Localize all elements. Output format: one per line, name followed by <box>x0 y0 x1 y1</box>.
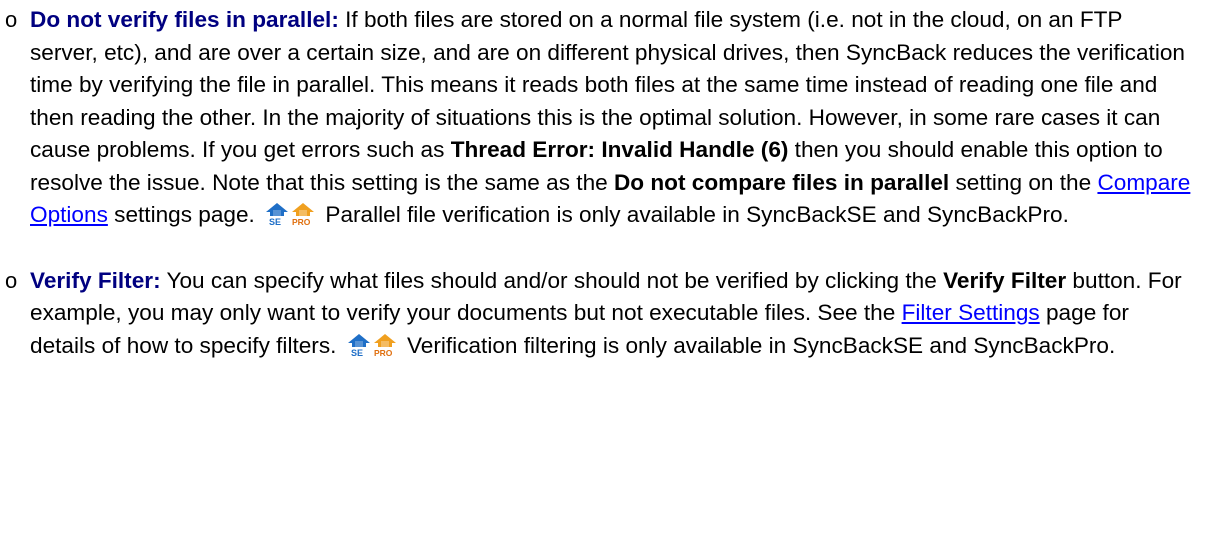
edition-badges: SE PRO <box>264 202 316 235</box>
se-edition-icon: SE <box>266 203 289 226</box>
svg-text:PRO: PRO <box>292 217 311 226</box>
svg-text:SE: SE <box>269 217 281 226</box>
error-message-text: Thread Error: Invalid Handle (6) <box>450 137 789 162</box>
related-setting-name: Do not compare files in parallel <box>613 169 950 195</box>
option-term: Verify Filter: <box>30 267 161 293</box>
se-edition-icon: SE <box>347 333 370 357</box>
list-item-verify-parallel: o Do not verify files in parallel: If bo… <box>0 4 1206 235</box>
pro-edition-icon: PRO <box>292 203 315 226</box>
pro-edition-icon: PRO <box>373 333 396 357</box>
bullet-marker: o <box>5 7 18 32</box>
option-description: setting on the <box>949 169 1098 195</box>
filter-settings-link[interactable]: Filter Settings <box>902 300 1040 325</box>
option-description: You can specify what files should and/or… <box>160 267 944 293</box>
option-term: Do not verify files in parallel: <box>30 7 339 32</box>
button-name-text: Verify Filter <box>943 267 1067 293</box>
option-description: Parallel file verification is only avail… <box>319 202 1069 227</box>
edition-badges: SE PRO <box>346 333 398 366</box>
option-description: Verification filtering is only available… <box>400 332 1116 358</box>
bullet-marker: o <box>5 267 18 293</box>
svg-text:PRO: PRO <box>374 348 393 357</box>
options-list: o Do not verify files in parallel: If bo… <box>0 0 1206 365</box>
option-description: settings page. <box>107 202 262 227</box>
list-item-verify-filter: o Verify Filter: You can specify what fi… <box>0 265 1206 366</box>
svg-text:SE: SE <box>351 348 363 357</box>
